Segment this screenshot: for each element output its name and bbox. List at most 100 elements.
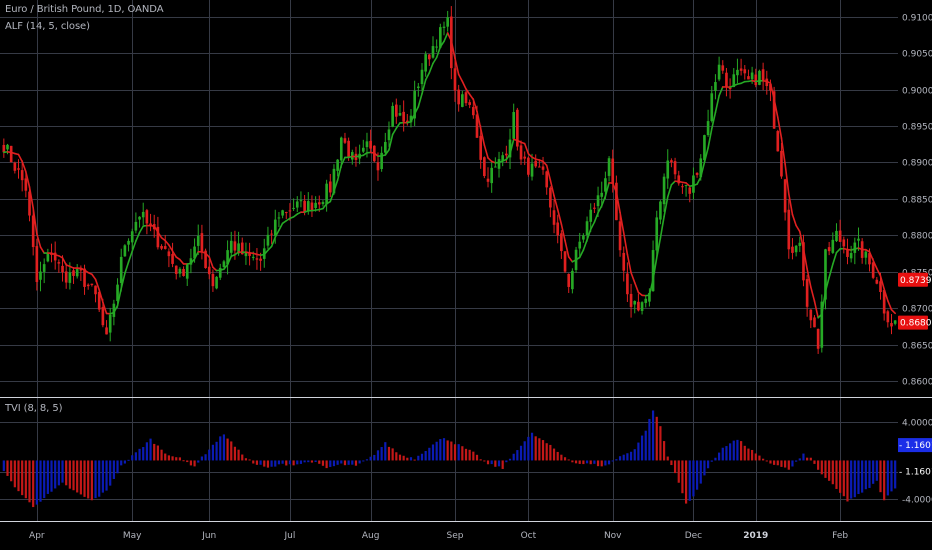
tvi-bar xyxy=(428,447,431,461)
candle-body xyxy=(780,150,783,177)
candle-body xyxy=(428,54,431,60)
alf-line-segment xyxy=(832,251,838,266)
tvi-tag-label: - 1.16013 xyxy=(899,468,932,478)
candle-body xyxy=(714,82,717,91)
tvi-bar xyxy=(281,460,284,464)
tvi-bar xyxy=(651,410,655,461)
tvi-axis[interactable]: 4.00000-1.16013-4.00000 xyxy=(902,419,932,506)
tvi-indicator-label[interactable]: TVI (8, 8, 5) xyxy=(5,403,62,414)
tvi-bar xyxy=(578,460,581,464)
candle-body xyxy=(251,256,255,258)
alf-line-segment xyxy=(39,246,45,254)
tvi-bar xyxy=(442,438,446,461)
tvi-bar xyxy=(457,444,460,461)
candle-body xyxy=(402,111,405,122)
candle-body xyxy=(365,141,369,148)
candle-body xyxy=(589,209,593,222)
candle-body xyxy=(130,231,134,243)
candle-body xyxy=(534,160,538,167)
tvi-bar xyxy=(395,452,398,461)
tvi-bar xyxy=(54,460,57,489)
candle-body xyxy=(743,69,747,74)
candle-body xyxy=(791,246,794,253)
candle-body xyxy=(655,217,659,251)
candle-body xyxy=(530,163,534,177)
tvi-bar xyxy=(329,460,332,467)
candle-body xyxy=(229,240,233,253)
candle-body xyxy=(464,92,468,104)
tvi-bar xyxy=(28,460,31,503)
candle-body xyxy=(684,185,688,187)
tvi-bar xyxy=(809,457,812,461)
candle-body xyxy=(567,273,571,287)
alf-line-segment xyxy=(813,300,819,319)
tvi-bar xyxy=(431,444,435,461)
tvi-bar xyxy=(164,453,167,461)
candle-body xyxy=(442,26,446,28)
tvi-bar xyxy=(310,460,314,463)
tvi-bar xyxy=(94,460,97,499)
candle-body xyxy=(75,268,79,277)
candle-body xyxy=(644,298,648,303)
candle-body xyxy=(185,264,189,279)
tvi-bar xyxy=(79,460,82,495)
candle-body xyxy=(284,212,288,214)
tvi-bar xyxy=(138,448,141,461)
candle-body xyxy=(174,265,178,274)
candle-body xyxy=(794,245,798,253)
tvi-bar xyxy=(277,460,281,465)
tvi-bar xyxy=(446,440,449,461)
tvi-bar xyxy=(857,460,860,495)
price-tick-label: 0.89500 xyxy=(902,123,932,133)
tvi-bar xyxy=(406,457,409,461)
time-axis[interactable]: Apr May Jun Jul Aug Sep Oct Nov Dec 2019 Feb xyxy=(29,531,848,541)
candle-body xyxy=(813,317,816,328)
candle-body xyxy=(633,301,637,305)
tvi-bar xyxy=(516,450,519,461)
alf-line-segment xyxy=(791,213,797,227)
alf-line-segment xyxy=(589,221,596,231)
tvi-bar xyxy=(773,460,776,465)
candle-body xyxy=(61,265,64,273)
candle-body xyxy=(541,166,545,170)
time-tick-label: Nov xyxy=(604,531,622,541)
alf-line-segment xyxy=(457,73,464,83)
tvi-bar xyxy=(820,460,823,475)
candle-body xyxy=(688,187,692,194)
price-axis[interactable]: 0.91000 0.90500 0.90000 0.89500 0.89000 0.885… xyxy=(902,14,932,388)
price-tick-label: 0.86000 xyxy=(902,378,932,388)
alf-line-segment xyxy=(626,253,632,274)
candle-body xyxy=(31,215,35,248)
price-tick-label: 0.86500 xyxy=(902,342,932,352)
tvi-bar xyxy=(890,460,893,492)
candle-body xyxy=(317,202,321,205)
candle-body xyxy=(457,89,460,105)
candle-body xyxy=(42,264,46,272)
candle-body xyxy=(119,256,123,283)
alf-line-segment xyxy=(395,122,401,130)
tvi-bar xyxy=(864,460,867,490)
alf-line-segment xyxy=(461,80,467,90)
candle-body xyxy=(776,131,780,152)
tvi-bar xyxy=(424,451,427,461)
symbol-title[interactable]: Euro / British Pound, 1D, OANDA xyxy=(5,4,164,15)
candle-body xyxy=(761,69,765,81)
tvi-bar xyxy=(292,460,295,466)
tvi-bar xyxy=(120,460,123,466)
candle-body xyxy=(563,251,567,272)
alf-line-segment xyxy=(633,281,640,294)
candle-body xyxy=(747,76,750,80)
candle-body xyxy=(361,147,365,152)
tvi-bar xyxy=(167,455,170,461)
alf-line-segment xyxy=(828,263,834,279)
tvi-bar xyxy=(868,460,871,488)
candle-body xyxy=(207,266,211,275)
alf-indicator-label[interactable]: ALF (14, 5, close) xyxy=(5,21,90,32)
tvi-bar xyxy=(376,450,380,461)
time-tick-label: Feb xyxy=(832,531,848,541)
tvi-bar xyxy=(795,460,798,462)
tvi-bar xyxy=(336,460,339,465)
alf-line-segment xyxy=(593,211,599,223)
candle-body xyxy=(549,187,552,208)
alf-line-segment xyxy=(600,195,607,207)
